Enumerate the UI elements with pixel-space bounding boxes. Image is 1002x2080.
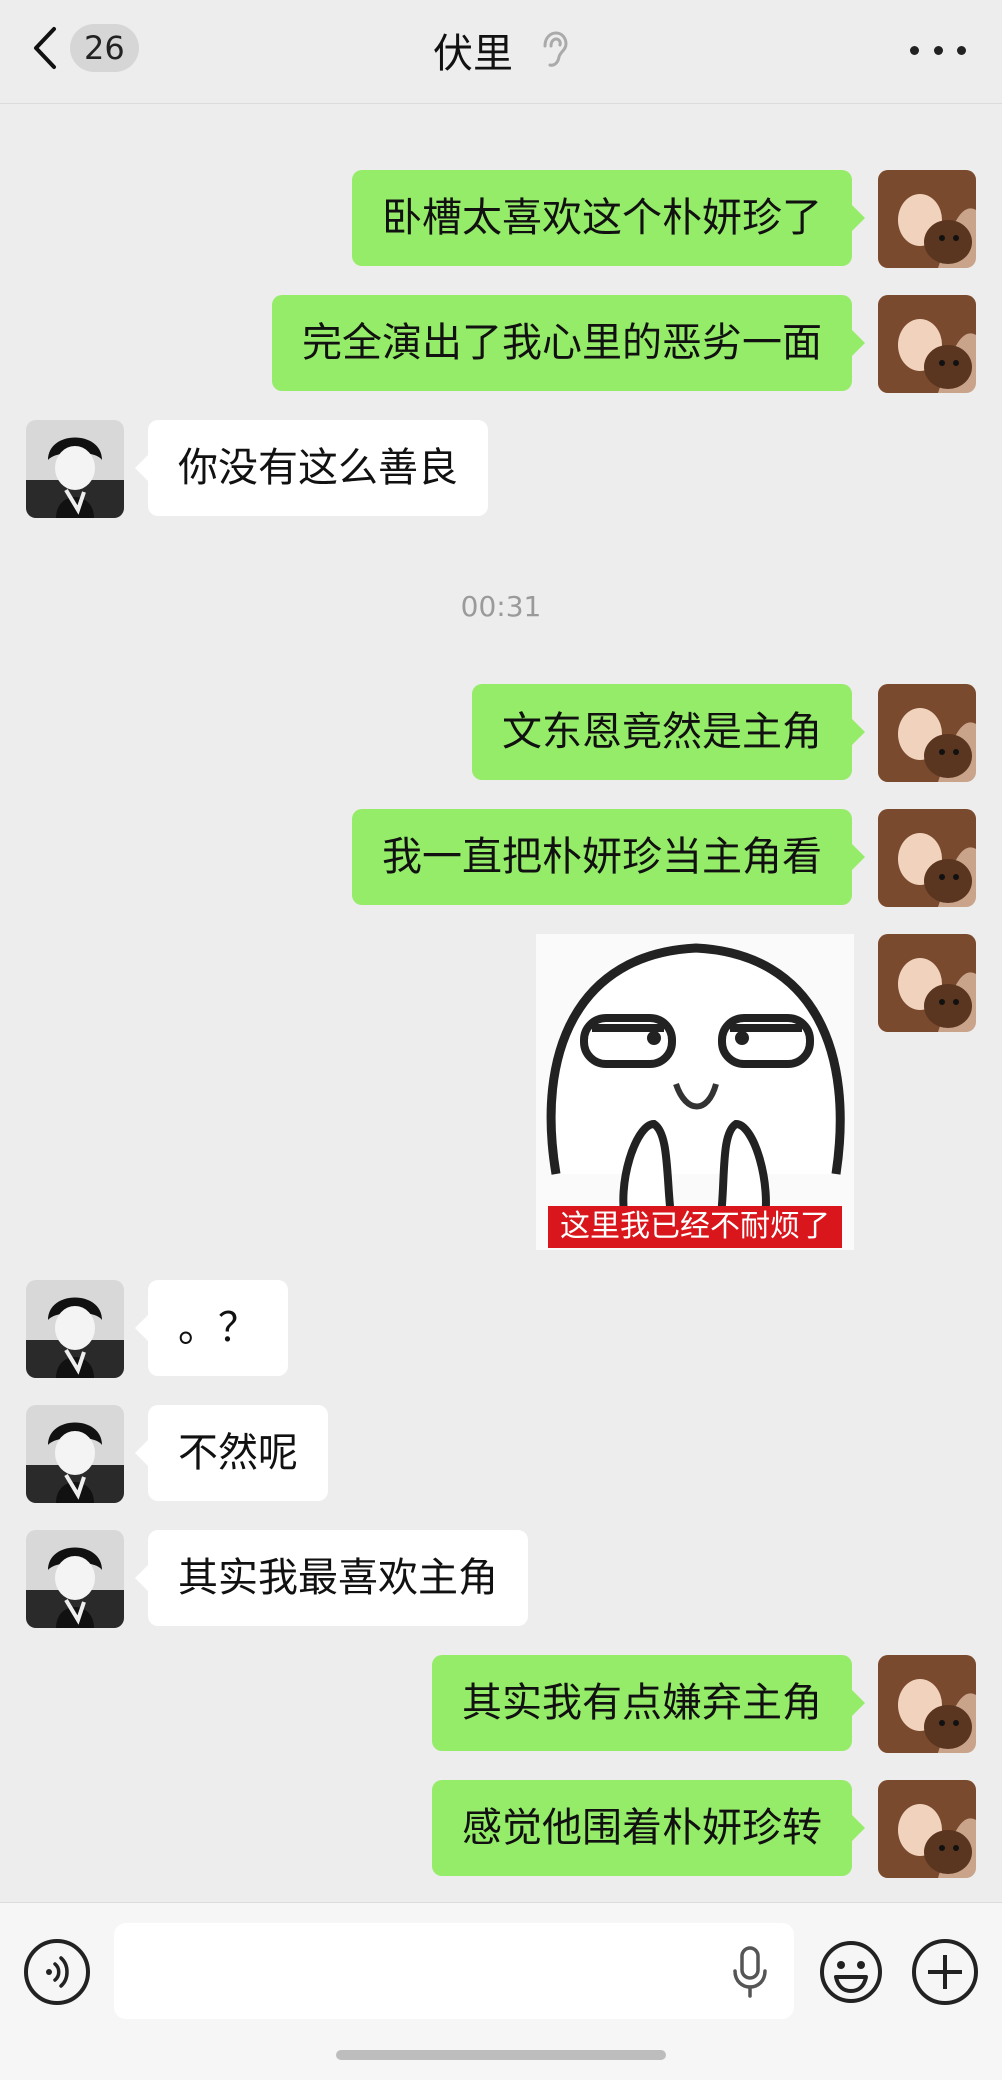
emoji-icon[interactable] <box>818 1939 884 2005</box>
voice-toggle-button[interactable] <box>24 1939 90 2005</box>
annoyed-face-sticker-image <box>546 943 845 1225</box>
my-avatar[interactable] <box>878 170 976 268</box>
my-avatar[interactable] <box>878 1655 976 1753</box>
message-bubble-sent[interactable]: 文东恩竟然是主角 <box>472 684 865 780</box>
message-bubble-sent[interactable]: 卧槽太喜欢这个朴妍珍了 <box>352 170 865 266</box>
chat-title: 伏里 <box>433 31 513 77</box>
more-dots-icon <box>933 45 943 55</box>
plus-icon[interactable] <box>912 1939 978 2005</box>
more-options-button[interactable] <box>910 30 966 70</box>
voice-icon <box>46 1956 69 1988</box>
message-timestamp: 00:31 <box>460 590 542 623</box>
message-bubble-sent[interactable]: 其实我有点嫌弃主角 <box>432 1655 865 1751</box>
contact-avatar[interactable] <box>26 1530 124 1628</box>
more-dots-icon <box>957 45 966 55</box>
title-wrap: 伏里 <box>0 22 1002 78</box>
more-dots-icon <box>910 45 919 55</box>
message-bubble-received[interactable]: 你没有这么善良 <box>135 420 488 516</box>
contact-avatar[interactable] <box>26 1280 124 1378</box>
contact-avatar[interactable] <box>26 420 124 518</box>
my-avatar[interactable] <box>878 684 976 782</box>
message-bubble-sent[interactable]: 感觉他围着朴妍珍转 <box>432 1780 865 1876</box>
sticker-message[interactable]: 这里我已经不耐烦了 <box>536 934 854 1250</box>
contact-avatar[interactable] <box>26 1405 124 1503</box>
message-bubble-received[interactable]: 。？ <box>135 1280 288 1376</box>
my-avatar[interactable] <box>878 295 976 393</box>
message-bubble-sent[interactable]: 完全演出了我心里的恶劣一面 <box>272 295 865 391</box>
mic-icon[interactable] <box>730 1945 770 1999</box>
home-indicator <box>336 2050 666 2060</box>
message-bubble-received[interactable]: 其实我最喜欢主角 <box>135 1530 528 1626</box>
my-avatar[interactable] <box>878 809 976 907</box>
message-input[interactable] <box>114 1923 794 2019</box>
my-avatar[interactable] <box>878 1780 976 1878</box>
sticker-caption: 这里我已经不耐烦了 <box>548 1206 842 1248</box>
chat-header: 26 伏里 <box>0 0 1002 104</box>
message-bubble-sent[interactable]: 我一直把朴妍珍当主角看 <box>352 809 865 905</box>
message-bubble-received[interactable]: 不然呢 <box>135 1405 328 1501</box>
my-avatar[interactable] <box>878 934 976 1032</box>
ear-icon <box>543 31 568 67</box>
